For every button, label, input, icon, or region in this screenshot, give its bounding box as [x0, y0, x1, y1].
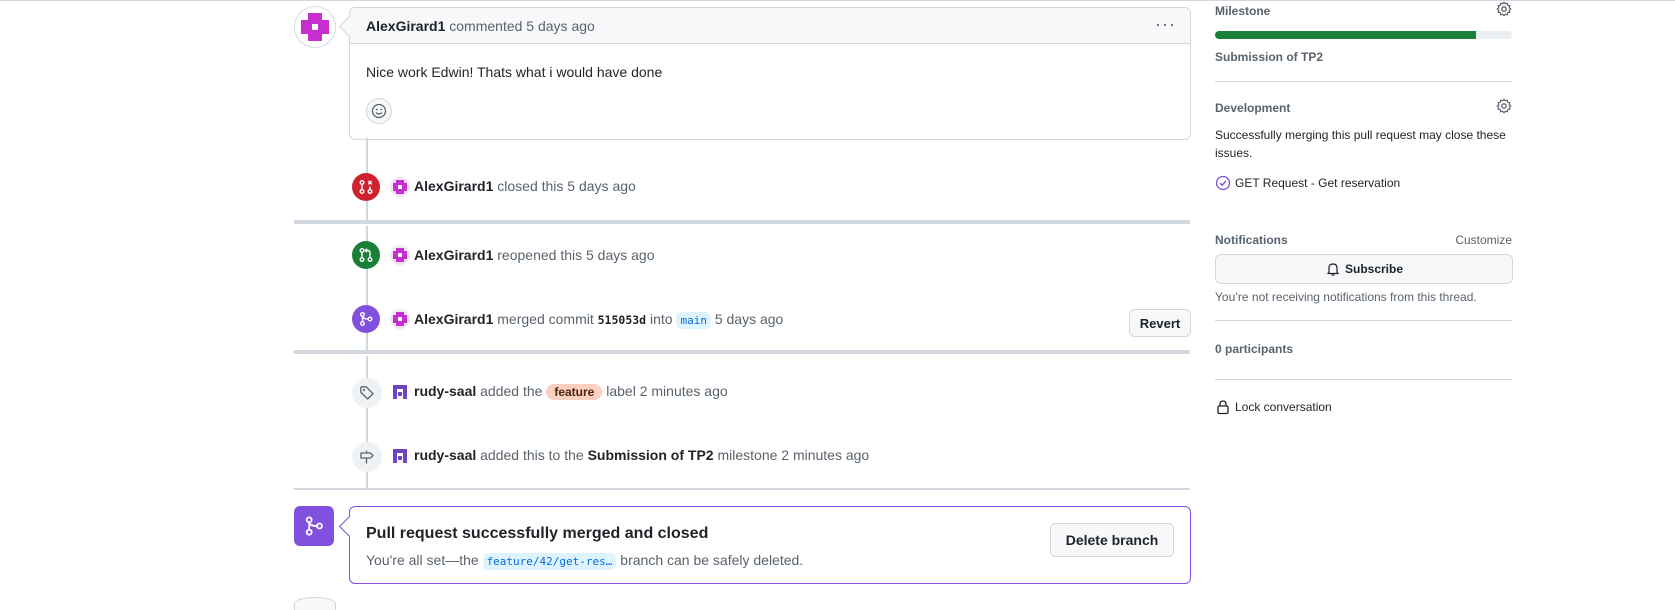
comment-meta: commented 5 days ago: [449, 18, 595, 34]
milestone-settings-gear[interactable]: [1496, 1, 1512, 20]
event-text: added the: [480, 383, 543, 399]
comment-header: AlexGirard1 commented 5 days ago ···: [338, 8, 1190, 44]
milestone-icon: [360, 450, 374, 464]
milestone-badge: [352, 442, 382, 472]
development-description: Successfully merging this pull request m…: [1215, 128, 1506, 160]
customize-link[interactable]: Customize: [1450, 233, 1512, 247]
timeline-separator: [294, 220, 1190, 224]
kebab-horizontal-icon[interactable]: ···: [1155, 14, 1176, 35]
add-reaction-button[interactable]: [366, 98, 392, 124]
comment-author-avatar[interactable]: [294, 6, 336, 48]
milestone-heading: Milestone: [1215, 4, 1271, 18]
timeline-event-merged: AlexGirard1 merged commit 515053d into m…: [414, 311, 784, 329]
identicon-icon: [390, 177, 410, 197]
identicon-icon: [390, 309, 410, 329]
milestone-progress-bar: [1215, 31, 1512, 39]
gear-icon: [1496, 98, 1512, 114]
actor-avatar[interactable]: [390, 446, 410, 466]
head-branch[interactable]: feature/42/get-res…: [482, 553, 617, 570]
tag-icon: [360, 386, 374, 400]
identicon-icon: [390, 446, 410, 466]
gear-icon: [1496, 1, 1512, 17]
actor-avatar[interactable]: [390, 309, 410, 329]
linked-issue[interactable]: GET Request - Get reservation: [1215, 175, 1400, 191]
timeline-separator: [294, 488, 1190, 490]
development-heading: Development: [1215, 101, 1291, 115]
smiley-icon: [371, 103, 387, 119]
timeline-event-reopened: AlexGirard1 reopened this 5 days ago: [414, 247, 655, 263]
timeline-event-closed: AlexGirard1 closed this 5 days ago: [414, 178, 636, 194]
actor-link[interactable]: rudy-saal: [414, 447, 476, 463]
merged-sub-text: You're all set—the: [366, 552, 479, 568]
timeline-event-milestoned: rudy-saal added this to the Submission o…: [414, 447, 869, 463]
feature-label[interactable]: feature: [546, 384, 603, 400]
subscribe-button[interactable]: Subscribe: [1215, 254, 1513, 284]
milestone-link[interactable]: Submission of TP2: [588, 447, 714, 463]
revert-button[interactable]: Revert: [1129, 309, 1191, 337]
top-border: [0, 0, 1675, 1]
closed-badge: [352, 173, 380, 201]
milestone-progress-fill: [1215, 31, 1477, 39]
sidebar-divider: [1215, 320, 1512, 321]
comment-byline: AlexGirard1 commented 5 days ago: [366, 18, 595, 34]
actor-link[interactable]: AlexGirard1: [414, 311, 493, 327]
event-text: 5 days ago: [714, 311, 784, 327]
development-settings-gear[interactable]: [1496, 98, 1512, 117]
linked-issue-title: GET Request - Get reservation: [1235, 176, 1401, 190]
delete-branch-button[interactable]: Delete branch: [1050, 523, 1174, 557]
actor-avatar[interactable]: [390, 177, 410, 197]
event-text: closed this 5 days ago: [497, 178, 636, 194]
comment-caret: [338, 15, 361, 38]
event-text: merged commit: [497, 311, 594, 327]
git-merge-icon: [305, 516, 323, 536]
comment-author-link[interactable]: AlexGirard1: [366, 18, 445, 34]
merged-status-box: Pull request successfully merged and clo…: [338, 506, 1191, 584]
sidebar-divider: [1215, 379, 1512, 380]
merge-box-caret: [338, 515, 361, 538]
label-badge: [352, 378, 382, 408]
event-text: reopened this 5 days ago: [497, 247, 655, 263]
git-pull-request-icon: [359, 248, 373, 262]
lock-conversation-link[interactable]: Lock conversation: [1215, 399, 1332, 415]
identicon-icon: [390, 382, 410, 402]
reopened-badge: [352, 241, 380, 269]
bell-icon: [1327, 263, 1339, 276]
issue-closed-icon: [1215, 175, 1231, 191]
notifications-note: You’re not receiving notifications from …: [1215, 290, 1477, 304]
subscribe-label: Subscribe: [1344, 262, 1404, 276]
event-text: added this to the: [480, 447, 584, 463]
merged-badge: [352, 305, 380, 333]
event-text: into: [649, 311, 673, 327]
participants-count: 0 participants: [1215, 342, 1294, 356]
timeline-separator: [294, 350, 1190, 354]
event-text: label 2 minutes ago: [606, 383, 728, 399]
actor-link[interactable]: AlexGirard1: [414, 178, 493, 194]
actor-avatar[interactable]: [390, 382, 410, 402]
merged-status-icon: [294, 506, 334, 546]
merged-title: Pull request successfully merged and clo…: [366, 525, 709, 542]
git-pull-request-closed-icon: [359, 180, 373, 194]
commit-sha-link[interactable]: 515053d: [598, 313, 646, 327]
actor-link[interactable]: rudy-saal: [414, 383, 476, 399]
actor-link[interactable]: AlexGirard1: [414, 247, 493, 263]
lock-conversation-label: Lock conversation: [1235, 400, 1332, 414]
timeline-event-labeled: rudy-saal added the feature label 2 minu…: [414, 383, 728, 400]
event-text: milestone 2 minutes ago: [717, 447, 870, 463]
next-avatar-partial: [294, 597, 336, 610]
merged-sub-text: branch can be safely deleted.: [620, 552, 804, 568]
base-branch[interactable]: main: [676, 312, 711, 329]
milestone-name-link[interactable]: Submission of TP2: [1215, 50, 1323, 64]
identicon-icon: [390, 245, 410, 265]
comment-box: AlexGirard1 commented 5 days ago ··· Nic…: [338, 7, 1191, 140]
identicon-icon: [295, 7, 335, 47]
notifications-heading: Notifications: [1215, 233, 1288, 247]
comment-body: Nice work Edwin! Thats what i would have…: [366, 64, 663, 80]
git-merge-icon: [360, 312, 373, 326]
merged-subtitle: You're all set—the feature/42/get-res… b…: [366, 552, 804, 570]
actor-avatar[interactable]: [390, 245, 410, 265]
lock-icon: [1217, 400, 1229, 415]
sidebar-divider: [1215, 81, 1512, 82]
